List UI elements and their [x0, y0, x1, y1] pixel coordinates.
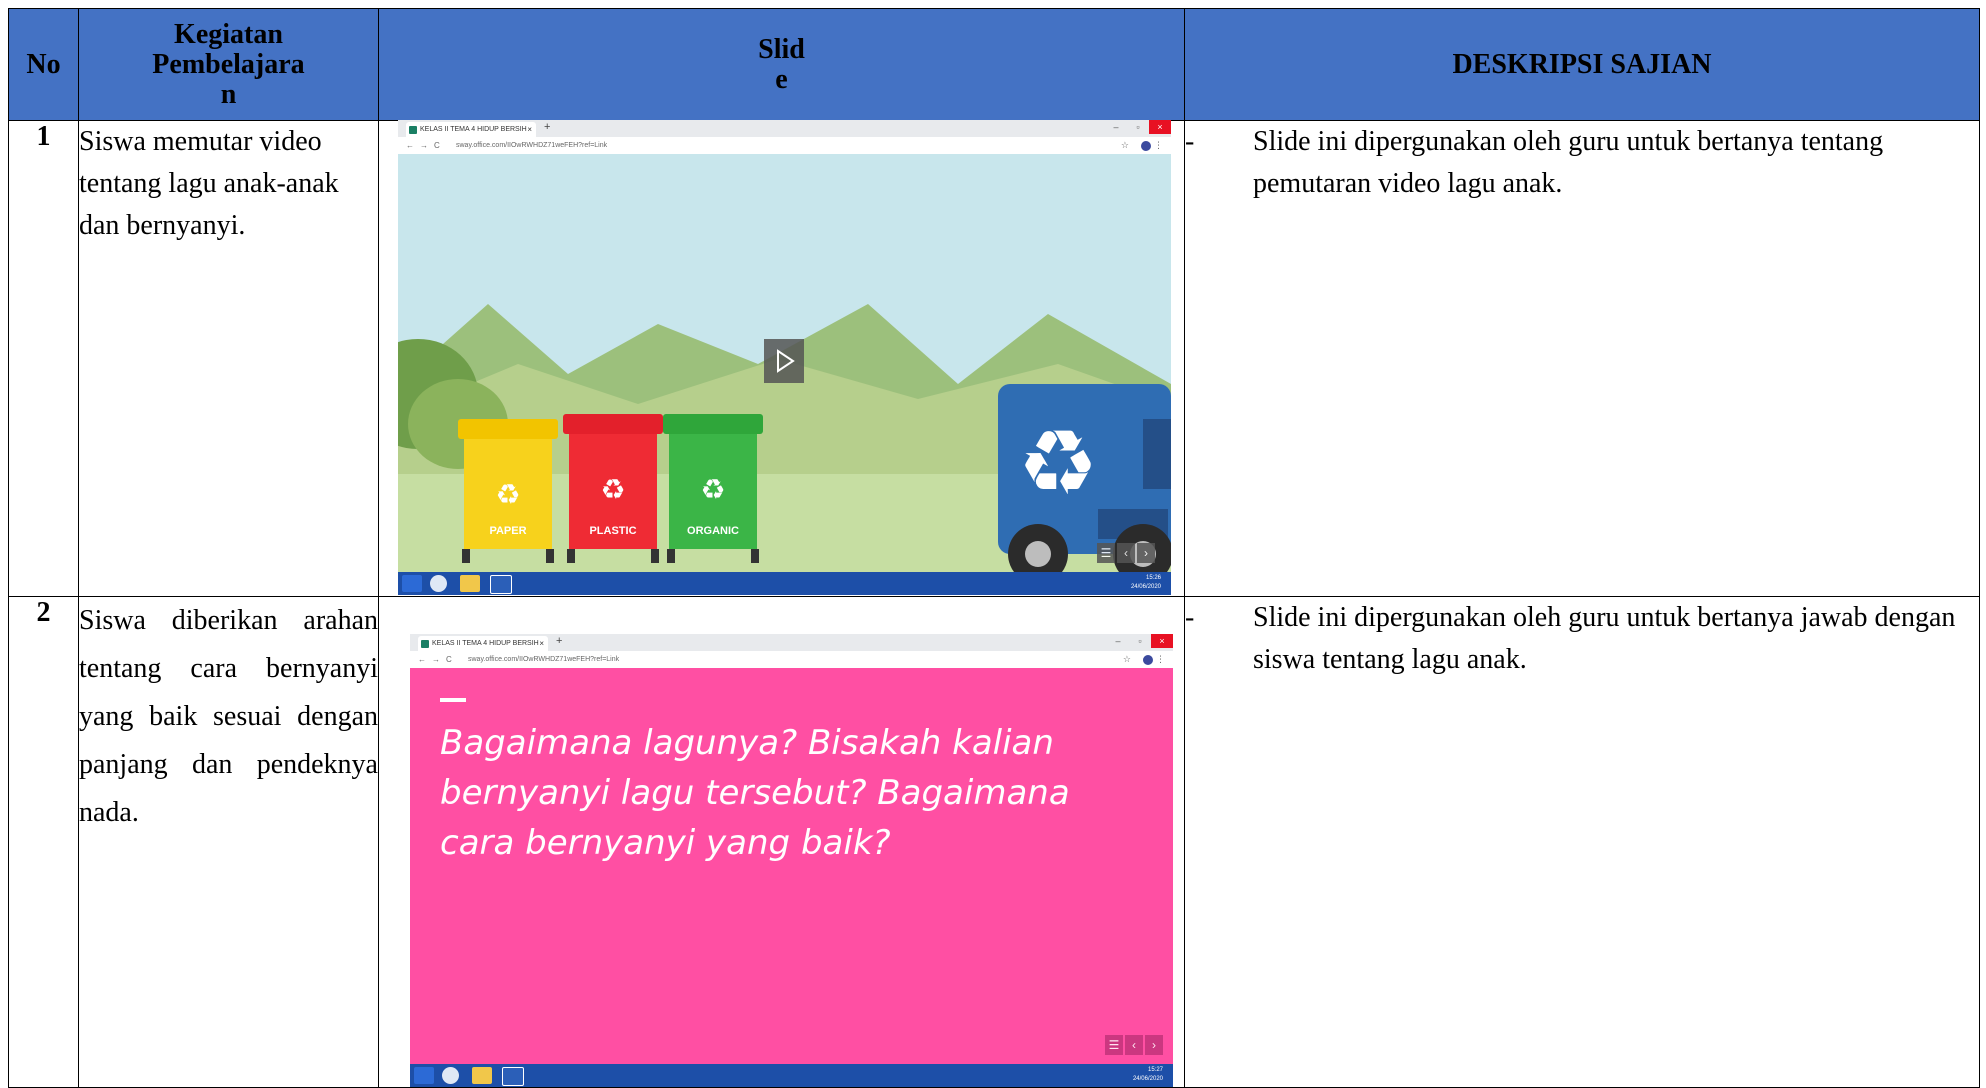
browser-tab[interactable]: KELAS II TEMA 4 HIDUP BERSIH × — [406, 122, 536, 137]
tab-title: KELAS II TEMA 4 HIDUP BERSIH — [420, 126, 527, 133]
slide-nav-controls: ☰ ‹ › — [1097, 543, 1155, 563]
windows-taskbar: 15:26 24/06/2020 — [398, 572, 1171, 595]
close-tab-icon[interactable]: × — [527, 122, 532, 137]
taskbar-clock: 15:26 24/06/2020 — [1131, 574, 1161, 592]
sway-favicon-icon — [421, 640, 429, 648]
browser-tab[interactable]: KELAS II TEMA 4 HIDUP BERSIH × — [418, 636, 548, 651]
chrome-icon[interactable] — [430, 575, 447, 592]
slide-text-line: Bagaimana lagunya? Bisakah kalian — [440, 723, 1054, 763]
taskbar-clock: 15:27 24/06/2020 — [1133, 1066, 1163, 1084]
address-bar: ←→C sway.office.com/IIOwRWHDZ71weFEH?ref… — [410, 651, 1173, 669]
close-window-icon[interactable]: × — [1151, 634, 1173, 648]
header-kegiatan: Kegiatan Pembelajara n — [78, 8, 379, 121]
word-icon[interactable] — [490, 575, 512, 594]
header-slide: Slid e — [378, 8, 1185, 121]
slide-screenshot-question: KELAS II TEMA 4 HIDUP BERSIH × + – ▫ × ←… — [410, 634, 1173, 1087]
new-tab-icon[interactable]: + — [544, 121, 550, 133]
maximize-icon[interactable]: ▫ — [1127, 120, 1149, 134]
clock-time: 15:27 — [1147, 1067, 1163, 1073]
slide-text-line: bernyanyi lagu tersebut? Bagaimana — [440, 773, 1070, 813]
clock-date: 24/06/2020 — [1130, 584, 1161, 590]
new-tab-icon[interactable]: + — [556, 635, 562, 647]
profile-avatar[interactable] — [1141, 141, 1151, 151]
window-controls: – ▫ × — [1105, 120, 1171, 134]
star-icon[interactable]: ☆ — [1121, 137, 1129, 154]
svg-text:♻: ♻ — [600, 474, 625, 505]
slide-nav-controls: ☰ ‹ › — [1105, 1035, 1163, 1055]
browser-tabbar: KELAS II TEMA 4 HIDUP BERSIH × + – ▫ × — [410, 634, 1173, 651]
clock-date: 24/06/2020 — [1132, 1076, 1163, 1082]
bin-label: PAPER — [489, 525, 526, 537]
file-explorer-icon[interactable] — [472, 1067, 492, 1084]
row-number: 2 — [8, 596, 79, 1088]
minimize-icon[interactable]: – — [1105, 120, 1127, 134]
previous-slide-icon[interactable]: ‹ — [1117, 543, 1135, 563]
profile-avatar[interactable] — [1143, 655, 1153, 665]
slide-question-text: Bagaimana lagunya? Bisakah kalian bernya… — [440, 718, 1070, 868]
header-kegiatan-line: Pembelajara — [152, 48, 305, 80]
browser-tabbar: KELAS II TEMA 4 HIDUP BERSIH × + – ▫ × — [398, 120, 1171, 137]
previous-slide-icon[interactable]: ‹ — [1125, 1035, 1143, 1055]
next-slide-icon[interactable]: › — [1137, 543, 1155, 563]
kegiatan-cell: Siswa diberikan arahan tentang cara bern… — [78, 596, 379, 1088]
bin-label: PLASTIC — [589, 525, 636, 537]
header-no: No — [8, 8, 79, 121]
list-dash: - — [1185, 126, 1195, 157]
bin-label: ORGANIC — [687, 525, 739, 537]
close-tab-icon[interactable]: × — [539, 636, 544, 651]
header-deskripsi: DESKRIPSI SAJIAN — [1184, 8, 1980, 121]
navigation-menu-icon[interactable]: ☰ — [1105, 1035, 1123, 1055]
url-text[interactable]: sway.office.com/IIOwRWHDZ71weFEH?ref=Lin… — [456, 137, 607, 154]
url-text[interactable]: sway.office.com/IIOwRWHDZ71weFEH?ref=Lin… — [468, 651, 619, 668]
header-kegiatan-line: Kegiatan — [174, 18, 283, 50]
next-slide-icon[interactable]: › — [1145, 1035, 1163, 1055]
file-explorer-icon[interactable] — [460, 575, 480, 592]
bin-paper: ♻ PAPER — [458, 419, 558, 563]
nav-arrows-icon[interactable]: ←→C — [406, 137, 446, 154]
slide-text-line: cara bernyanyi yang baik? — [440, 823, 891, 863]
kegiatan-cell: Siswa memutar video tentang lagu anak-an… — [78, 120, 379, 597]
accent-bar — [440, 698, 466, 702]
svg-text:♻: ♻ — [1018, 414, 1099, 514]
list-dash: - — [1185, 602, 1195, 633]
slide-content: Bagaimana lagunya? Bisakah kalian bernya… — [410, 668, 1173, 1064]
menu-icon[interactable]: ⋮ — [1154, 137, 1163, 154]
row-number: 1 — [8, 120, 79, 597]
windows-start-icon[interactable] — [402, 575, 422, 592]
deskripsi-cell: - Slide ini dipergunakan oleh guru untuk… — [1184, 596, 1980, 1088]
chrome-icon[interactable] — [442, 1067, 459, 1084]
video-frame: ♻ PAPER ♻ PLASTIC ♻ ORGANIC ♻ — [398, 154, 1171, 572]
deskripsi-text: Slide ini dipergunakan oleh guru untuk b… — [1253, 602, 1956, 675]
svg-text:♻: ♻ — [700, 474, 725, 505]
deskripsi-text: Slide ini dipergunakan oleh guru untuk b… — [1253, 126, 1884, 199]
slide-screenshot-video: KELAS II TEMA 4 HIDUP BERSIH × + – ▫ × ←… — [398, 120, 1171, 595]
windows-taskbar: 15:27 24/06/2020 — [410, 1064, 1173, 1087]
deskripsi-cell: - Slide ini dipergunakan oleh guru untuk… — [1184, 120, 1980, 597]
minimize-icon[interactable]: – — [1107, 634, 1129, 648]
sway-favicon-icon — [409, 126, 417, 134]
maximize-icon[interactable]: ▫ — [1129, 634, 1151, 648]
address-bar: ←→C sway.office.com/IIOwRWHDZ71weFEH?ref… — [398, 137, 1171, 155]
bin-plastic: ♻ PLASTIC — [563, 414, 663, 563]
menu-icon[interactable]: ⋮ — [1156, 651, 1165, 668]
svg-text:♻: ♻ — [495, 479, 520, 510]
header-slide-line: Slid — [758, 33, 805, 65]
header-kegiatan-line: n — [220, 78, 237, 110]
windows-start-icon[interactable] — [414, 1067, 434, 1084]
header-slide-line: e — [775, 63, 788, 95]
close-window-icon[interactable]: × — [1149, 120, 1171, 134]
clock-time: 15:26 — [1145, 575, 1161, 581]
bin-organic: ♻ ORGANIC — [663, 414, 763, 563]
window-controls: – ▫ × — [1107, 634, 1173, 648]
nav-arrows-icon[interactable]: ←→C — [418, 651, 458, 668]
star-icon[interactable]: ☆ — [1123, 651, 1131, 668]
word-icon[interactable] — [502, 1067, 524, 1086]
navigation-menu-icon[interactable]: ☰ — [1097, 543, 1115, 563]
play-button[interactable] — [764, 339, 804, 383]
tab-title: KELAS II TEMA 4 HIDUP BERSIH — [432, 640, 539, 647]
